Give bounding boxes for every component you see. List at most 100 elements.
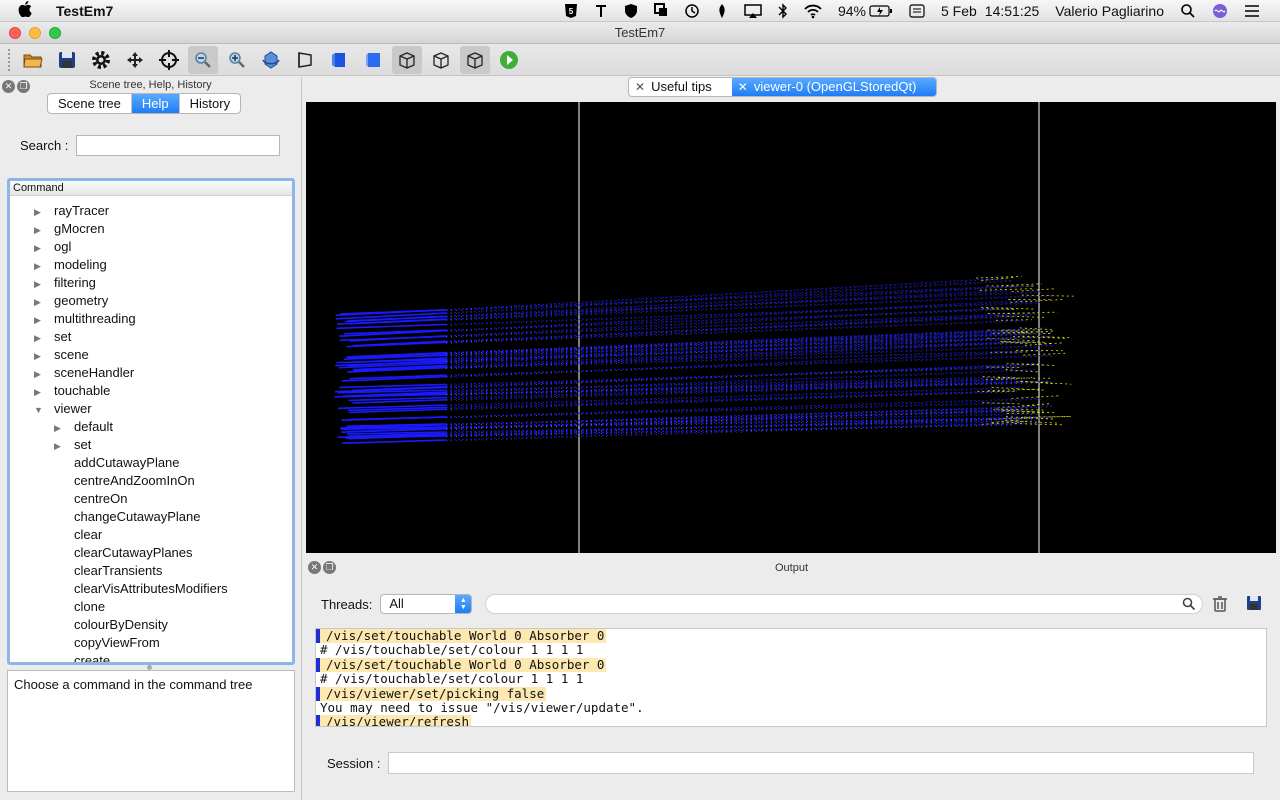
toolbar-grip[interactable] <box>8 48 12 71</box>
window-minimize-button[interactable] <box>29 27 41 39</box>
input-source-icon[interactable] <box>901 0 933 22</box>
tab-useful-tips[interactable]: ✕ Useful tips <box>629 78 732 96</box>
output-filter-input[interactable] <box>485 594 1203 614</box>
tab-help[interactable]: Help <box>131 94 180 113</box>
tab-history[interactable]: History <box>180 94 240 113</box>
tree-item[interactable]: addCutawayPlane <box>54 454 180 472</box>
tree-item[interactable]: clone <box>54 598 105 616</box>
collapsed-arrow-icon[interactable]: ▶ <box>34 257 54 275</box>
tab-close-icon[interactable]: ✕ <box>738 78 748 96</box>
tree-item[interactable]: ▶ sceneHandler <box>34 364 134 382</box>
collapsed-arrow-icon[interactable]: ▶ <box>34 311 54 329</box>
tree-item[interactable]: ▶ filtering <box>34 274 96 292</box>
move-icon[interactable] <box>120 46 150 74</box>
tab-viewer-0[interactable]: ✕ viewer-0 (OpenGLStoredQt) <box>731 78 937 96</box>
tree-item[interactable]: ▼ viewer <box>34 400 92 418</box>
surface-icon[interactable] <box>460 45 490 74</box>
collapsed-arrow-icon[interactable]: ▶ <box>34 293 54 311</box>
save-output-button[interactable] <box>1246 595 1262 614</box>
wireframe-icon[interactable] <box>392 45 422 74</box>
zoom-in-icon[interactable] <box>222 46 252 74</box>
scene-render[interactable] <box>306 102 1276 553</box>
tree-item[interactable]: clearVisAttributesModifiers <box>54 580 228 598</box>
tree-item[interactable]: ▶ gMocren <box>34 220 105 238</box>
tree-item[interactable]: ▶ geometry <box>34 292 108 310</box>
tree-item[interactable]: ▶ multithreading <box>34 310 136 328</box>
tree-item[interactable]: ▶ set <box>34 328 71 346</box>
expanded-arrow-icon[interactable]: ▼ <box>34 401 54 419</box>
perspective-icon[interactable] <box>290 46 320 74</box>
command-tree-header[interactable]: Command <box>10 181 292 196</box>
battery-percent[interactable]: 94% <box>830 0 869 22</box>
collapsed-arrow-icon[interactable]: ▶ <box>34 275 54 293</box>
tree-item[interactable]: ▶ ogl <box>34 238 71 256</box>
tree-item[interactable]: ▶ touchable <box>34 382 110 400</box>
tab-close-icon[interactable]: ✕ <box>635 78 645 96</box>
apple-menu-icon[interactable] <box>18 0 38 21</box>
html5-status-icon[interactable]: 5 <box>556 0 586 22</box>
tree-item[interactable]: clear <box>54 526 102 544</box>
open-folder-icon[interactable] <box>18 46 48 74</box>
wifi-icon[interactable] <box>796 0 830 22</box>
gear-icon[interactable] <box>86 46 116 74</box>
clear-output-button[interactable] <box>1212 595 1228 616</box>
threads-select[interactable]: All ▲ ▼ <box>380 594 473 614</box>
copy-status-icon[interactable] <box>646 0 676 22</box>
tree-item[interactable]: ▶ rayTracer <box>34 202 109 220</box>
tree-item[interactable]: clearTransients <box>54 562 162 580</box>
battery-icon[interactable] <box>869 0 901 22</box>
notification-center-icon[interactable] <box>1236 0 1268 22</box>
tree-item[interactable]: copyViewFrom <box>54 634 160 652</box>
opengl-viewer[interactable] <box>306 102 1276 553</box>
tree-item[interactable]: centreAndZoomInOn <box>54 472 195 490</box>
output-log[interactable]: /vis/set/touchable World 0 Absorber 0 # /… <box>315 628 1267 727</box>
collapsed-arrow-icon[interactable]: ▶ <box>34 347 54 365</box>
menubar-date[interactable]: 5 Feb <box>933 0 981 22</box>
tree-item[interactable]: clearCutawayPlanes <box>54 544 193 562</box>
command-tree[interactable]: Command ▶ rayTracer ▶ gMocren ▶ ogl ▶ modeling ▶… <box>7 178 295 665</box>
help-search-input[interactable] <box>76 135 281 156</box>
tree-item[interactable]: ▶ default <box>54 418 113 436</box>
window-zoom-button[interactable] <box>49 27 61 39</box>
rotate-icon[interactable] <box>256 46 286 74</box>
spotlight-search-icon[interactable] <box>1172 0 1204 22</box>
tree-item[interactable]: create <box>54 652 110 662</box>
solid-icon[interactable] <box>324 46 354 74</box>
siri-icon[interactable] <box>1204 0 1236 22</box>
pen-status-icon[interactable] <box>586 0 616 22</box>
window-close-button[interactable] <box>9 27 21 39</box>
tab-scene-tree[interactable]: Scene tree <box>48 94 132 113</box>
tree-item[interactable]: ▶ modeling <box>34 256 107 274</box>
airplay-icon[interactable] <box>736 0 770 22</box>
app-menu-name[interactable]: TestEm7 <box>56 3 113 19</box>
command-tree-list[interactable]: ▶ rayTracer ▶ gMocren ▶ ogl ▶ modeling ▶ filterin… <box>10 196 292 662</box>
run-icon[interactable] <box>494 46 524 74</box>
collapsed-arrow-icon[interactable]: ▶ <box>54 437 74 455</box>
hidden-surface-icon[interactable] <box>426 46 456 74</box>
tree-item[interactable]: changeCutawayPlane <box>54 508 200 526</box>
collapsed-arrow-icon[interactable]: ▶ <box>34 329 54 347</box>
collapsed-arrow-icon[interactable]: ▶ <box>34 239 54 257</box>
save-icon <box>1247 596 1261 610</box>
tree-item[interactable]: ▶ set <box>54 436 91 454</box>
collapsed-arrow-icon[interactable]: ▶ <box>34 365 54 383</box>
bluetooth-icon[interactable] <box>770 0 796 22</box>
tree-item[interactable]: ▶ scene <box>34 346 89 364</box>
session-command-input[interactable] <box>388 752 1255 774</box>
flux-status-icon[interactable] <box>708 0 736 22</box>
track-segment <box>445 353 1021 378</box>
collapsed-arrow-icon[interactable]: ▶ <box>34 383 54 401</box>
time-machine-icon[interactable] <box>676 0 708 22</box>
hidden-line-icon[interactable] <box>358 46 388 74</box>
collapsed-arrow-icon[interactable]: ▶ <box>54 419 74 437</box>
collapsed-arrow-icon[interactable]: ▶ <box>34 203 54 221</box>
menubar-user[interactable]: Valerio Pagliarino <box>1047 0 1172 22</box>
tree-item[interactable]: colourByDensity <box>54 616 168 634</box>
crosshair-icon[interactable] <box>154 46 184 74</box>
menubar-clock[interactable]: 14:51:25 <box>981 0 1048 22</box>
tree-item[interactable]: centreOn <box>54 490 127 508</box>
save-icon[interactable] <box>52 46 82 74</box>
shield-status-icon[interactable] <box>616 0 646 22</box>
zoom-out-icon[interactable] <box>188 45 218 74</box>
collapsed-arrow-icon[interactable]: ▶ <box>34 221 54 239</box>
